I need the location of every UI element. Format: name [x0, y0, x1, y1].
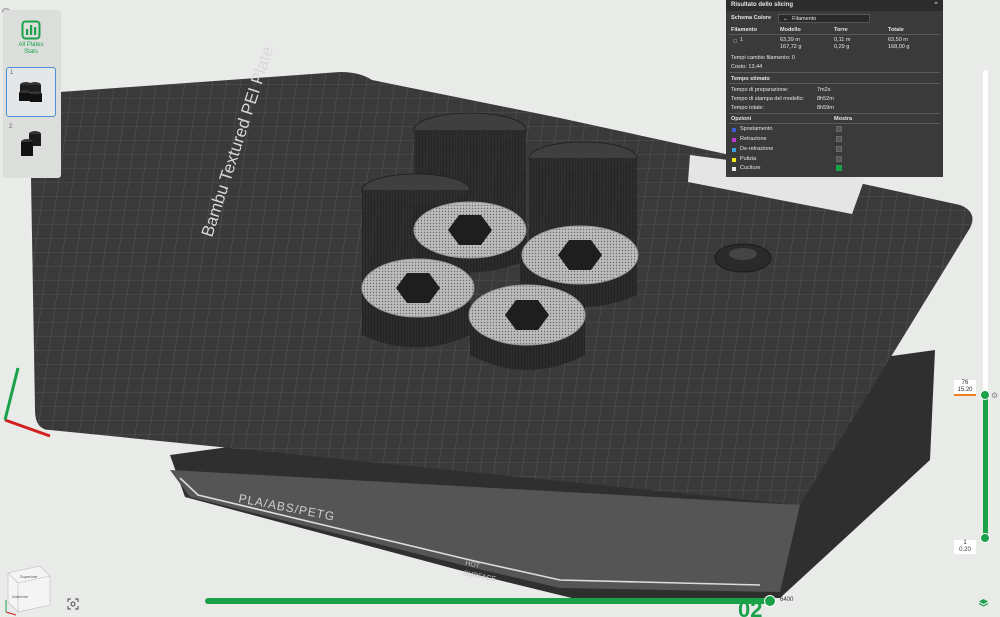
- column-model: Modello: [780, 27, 801, 33]
- options-heading: Opzioni: [731, 116, 752, 122]
- chevron-down-icon: ⌄: [783, 16, 788, 22]
- bottom-layer-height: 0.20: [959, 547, 971, 553]
- column-total: Totale: [888, 27, 904, 33]
- plate-thumbnail-2[interactable]: 2: [6, 122, 56, 172]
- column-tower: Torre: [834, 27, 848, 33]
- show-heading: Mostra: [834, 116, 853, 122]
- slicing-result-panel: Risultato dello slicing ⌃ Schema Colore …: [726, 0, 943, 177]
- estimated-time-heading: Tempo stimato: [731, 76, 770, 82]
- tower-length: 0,11 m: [834, 37, 851, 43]
- tower-weight: 0,29 g: [834, 44, 850, 50]
- total-time-value: 8h59m: [817, 105, 834, 111]
- travel-color-swatch: [732, 128, 736, 132]
- option-travel-label: Spostamento: [740, 126, 773, 132]
- layer-top-label: 76 15.20: [954, 380, 976, 396]
- stats-label-line1: All Plates: [18, 42, 44, 48]
- retraction-color-swatch: [732, 138, 736, 142]
- layer-bottom-label: 1 0.20: [954, 540, 976, 554]
- bottom-layer-number: 1: [963, 540, 967, 546]
- total-length: 63,50 m: [888, 37, 908, 43]
- slicing-result-title: Risultato dello slicing: [731, 2, 794, 8]
- fit-view-icon[interactable]: [67, 597, 79, 615]
- stats-label-line2: Stats: [24, 49, 38, 55]
- layers-icon[interactable]: [978, 596, 989, 614]
- layer-slider-bottom-handle[interactable]: [980, 533, 990, 543]
- prep-time-value: 7m2s: [817, 87, 831, 93]
- color-scheme-value: Filamento: [792, 16, 817, 22]
- option-wipe-checkbox[interactable]: [836, 156, 842, 162]
- plate-number: 2: [9, 124, 13, 130]
- option-seams-label: Cuciture: [740, 165, 761, 171]
- menu-icon[interactable]: [2, 1, 10, 14]
- cost: Costo: 13,44: [731, 64, 763, 70]
- deretraction-color-swatch: [732, 148, 736, 152]
- option-retraction-label: Retrazione: [740, 136, 767, 142]
- print-time-value: 8h52m: [817, 96, 834, 102]
- stats-icon: [21, 20, 41, 40]
- color-scheme-label: Schema Colore: [731, 15, 772, 21]
- total-time-label: Tempo totale:: [731, 105, 765, 111]
- plate-2-preview-icon: [21, 131, 41, 156]
- seams-color-swatch: [732, 167, 736, 171]
- filament-color-swatch: [733, 39, 737, 43]
- option-wipe-label: Pulizia: [740, 156, 757, 162]
- column-filament: Filamento: [731, 27, 757, 33]
- move-slider-value: 6400: [780, 597, 794, 603]
- model-length: 63,39 m: [780, 37, 800, 43]
- option-seams-checkbox[interactable]: [836, 165, 842, 171]
- option-deretraction-label: De-retrazione: [740, 146, 774, 152]
- option-travel-checkbox[interactable]: [836, 126, 842, 132]
- option-deretraction-checkbox[interactable]: [836, 146, 842, 152]
- total-weight: 168,00 g: [888, 44, 910, 50]
- svg-text:Superiore: Superiore: [20, 574, 38, 579]
- plate-1-preview-icon: [19, 82, 42, 102]
- print-time-label: Tempo di stampa del modello:: [731, 96, 805, 102]
- move-slider-track[interactable]: [205, 598, 775, 604]
- plate-number: 1: [10, 70, 14, 76]
- color-scheme-select[interactable]: ⌄ Filamento: [778, 14, 870, 23]
- slicing-result-header[interactable]: Risultato dello slicing ⌃: [726, 0, 943, 11]
- move-slider-handle[interactable]: [764, 595, 776, 607]
- layer-slider-range: [983, 395, 988, 538]
- filament-id: 1: [740, 37, 744, 43]
- view-cube[interactable]: Superiore Anteriore: [5, 565, 51, 616]
- model-weight: 167,72 g: [780, 44, 802, 50]
- prep-time-label: Tempo di preparazione:: [731, 87, 789, 93]
- layer-slider-top-handle[interactable]: [980, 390, 990, 400]
- filament-changes: Tempi cambio filamento: 0: [731, 55, 795, 61]
- svg-text:Anteriore: Anteriore: [12, 594, 29, 599]
- plate-thumbnail-1[interactable]: 1: [6, 67, 56, 117]
- top-layer-number: 76: [961, 380, 969, 386]
- top-layer-height: 15.20: [957, 387, 973, 393]
- all-plates-stats-button[interactable]: All Plates Stats: [6, 14, 56, 62]
- settings-gear-icon[interactable]: ⚙: [991, 391, 998, 400]
- wipe-color-swatch: [732, 158, 736, 162]
- collapse-icon[interactable]: ⌃: [933, 1, 939, 9]
- option-retraction-checkbox[interactable]: [836, 136, 842, 142]
